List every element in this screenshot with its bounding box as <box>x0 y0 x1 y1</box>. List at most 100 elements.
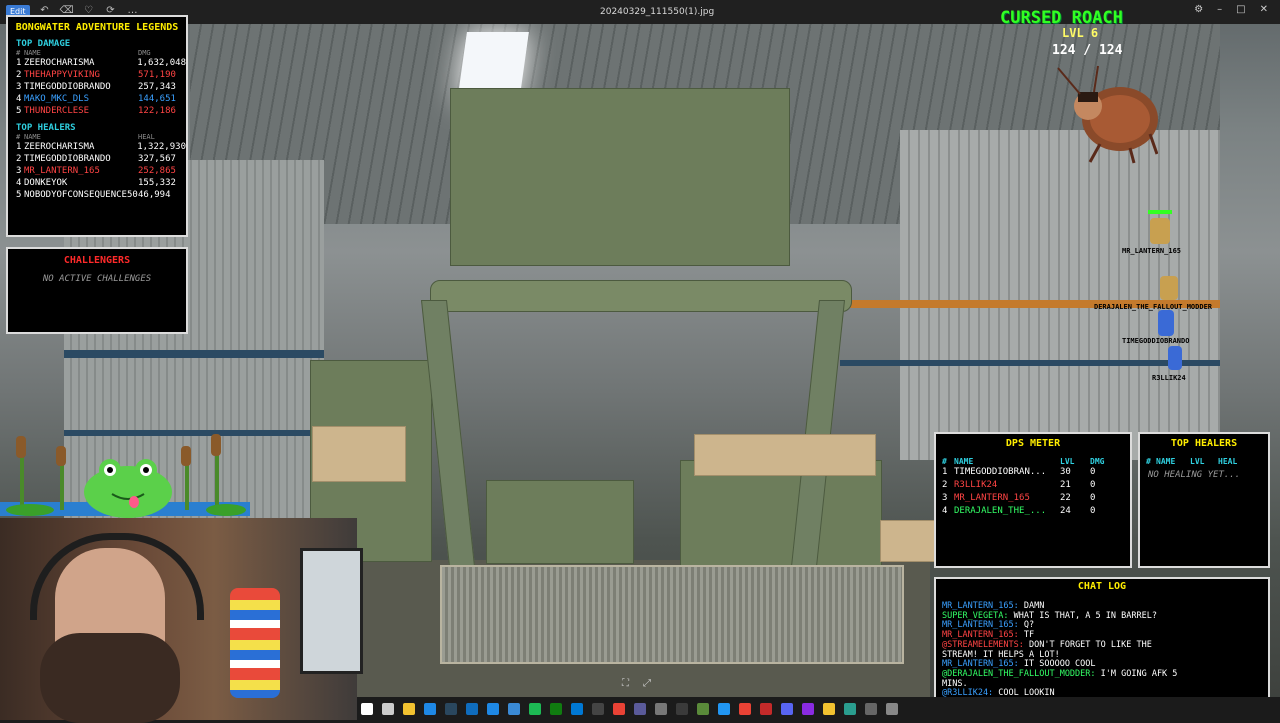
chat-lines[interactable]: MR_LANTERN_165: DAMN SUPER_VEGETA: WHAT I… <box>936 601 1268 699</box>
rank: 2 <box>16 70 22 80</box>
dps-row: 2 R3LLIK24 21 0 <box>942 479 1130 492</box>
window-controls: ⚙ – □ ✕ <box>1194 4 1268 15</box>
webcam-feed <box>0 518 363 723</box>
player-dmg: 0 <box>1090 506 1096 516</box>
cardboard-box <box>312 426 406 482</box>
player-value: 571,190 <box>138 70 176 80</box>
player-value: 155,332 <box>138 178 176 188</box>
character-label: TIMEGODDIOBRANDO <box>1122 337 1190 345</box>
chrome-icon[interactable] <box>613 702 625 715</box>
player-level: 21 <box>1060 480 1071 490</box>
floor-grate <box>440 565 904 664</box>
col-num: # <box>1146 457 1151 466</box>
player-value: 122,186 <box>138 106 176 116</box>
fit-icon[interactable]: ⛶ <box>622 678 629 689</box>
character-label: MR_LANTERN_165 <box>1122 247 1182 255</box>
player-name: MAKO_MKC_DLS <box>24 94 90 104</box>
col-num: # <box>16 133 21 141</box>
app2-icon[interactable] <box>886 702 898 715</box>
browser-icon[interactable] <box>718 702 730 715</box>
top-healers-panel: TOP HEALERS # NAME LVL HEAL NO HEALING Y… <box>1138 432 1270 568</box>
no-healing-text: NO HEALING YET... <box>1148 470 1241 480</box>
music-icon[interactable] <box>760 702 772 715</box>
terminal-icon[interactable] <box>592 702 604 715</box>
chat-username: MR_LANTERN_165: <box>942 659 1019 670</box>
heal-row: 1 ZEEROCHARISMA 1,322,930 <box>16 141 186 153</box>
player-name: THEHAPPYVIKING <box>24 70 100 80</box>
shelf-beam <box>840 360 1220 366</box>
player-value: 327,567 <box>138 154 176 164</box>
chat-username: @STREAMELEMENTS: <box>942 639 1024 650</box>
no-challenges-text: NO ACTIVE CHALLENGES <box>42 274 152 284</box>
start-icon[interactable] <box>361 702 373 715</box>
rank: 3 <box>942 493 948 503</box>
player-value: 252,865 <box>138 166 176 176</box>
fullscreen-icon[interactable]: ⤢ <box>643 678 651 689</box>
heal-rows: 1 ZEEROCHARISMA 1,322,930 2 TIMEGODDIOBRANDO… <box>8 141 186 201</box>
file-explorer-icon[interactable] <box>403 702 415 715</box>
dps-meter-title: DPS METER <box>1005 438 1061 449</box>
cardboard-box <box>880 520 938 562</box>
maximize-button[interactable]: □ <box>1236 4 1245 15</box>
player-value: 46,994 <box>138 190 171 200</box>
player-level: 30 <box>1060 467 1071 477</box>
spotify-icon[interactable] <box>529 702 541 715</box>
editor-icon[interactable] <box>802 702 814 715</box>
chat-text: STREAM! IT HELPS A LOT! <box>942 649 1060 660</box>
edge-icon[interactable] <box>424 702 436 715</box>
windows-taskbar <box>357 697 1280 720</box>
damage-column-headers: # NAME DMG <box>16 49 186 57</box>
player-value: 1,632,048 <box>137 58 186 68</box>
player-value: 144,651 <box>138 94 176 104</box>
chat-username: @DERAJALEN_THE_FALLOUT_MODDER: <box>942 668 1096 679</box>
rank: 2 <box>16 154 22 164</box>
player-name: MR_LANTERN_165 <box>24 166 100 176</box>
roach-sprite <box>1057 65 1158 164</box>
settings-icon[interactable]: ⚙ <box>1194 4 1203 15</box>
calendar-icon[interactable] <box>487 702 499 715</box>
obs-icon[interactable] <box>676 702 688 715</box>
turret-ring <box>430 280 852 312</box>
player-value: 257,343 <box>138 82 176 92</box>
rank: 2 <box>942 480 948 490</box>
photos-icon[interactable] <box>508 702 520 715</box>
steam-icon[interactable] <box>445 702 457 715</box>
game-icon[interactable] <box>697 702 709 715</box>
chat-text: I'M GOING AFK 5 <box>1095 668 1178 679</box>
chat-log-title: CHAT LOG <box>1077 581 1127 592</box>
viewer-controls: ⛶ ⤢ <box>622 678 651 689</box>
chat-text: DAMN <box>1018 601 1045 611</box>
media-icon[interactable] <box>739 702 751 715</box>
healers-column-headers: # NAME LVL HEAL <box>1146 457 1268 466</box>
chat-log-panel: CHAT LOG MR_LANTERN_165: DAMN SUPER_VEGET… <box>934 577 1270 707</box>
close-button[interactable]: ✕ <box>1260 4 1268 15</box>
col-heal: HEAL <box>138 133 155 141</box>
rank: 3 <box>16 166 22 176</box>
mail-icon[interactable] <box>466 702 478 715</box>
chat-icon[interactable] <box>781 702 793 715</box>
chat-username: MR_LANTERN_165: <box>942 601 1019 611</box>
rank: 3 <box>16 82 22 92</box>
xbox-icon[interactable] <box>550 702 562 715</box>
streamer-beard <box>40 633 180 723</box>
app-icon[interactable] <box>865 702 877 715</box>
search-icon[interactable] <box>382 702 394 715</box>
minimize-button[interactable]: – <box>1217 4 1222 15</box>
col-name: NAME <box>24 49 41 57</box>
rank: 1 <box>16 58 22 68</box>
tool-icon[interactable] <box>844 702 856 715</box>
player-name: THUNDERCLESE <box>24 106 90 116</box>
notes-icon[interactable] <box>823 702 835 715</box>
col-dmg: DMG <box>138 49 151 57</box>
player-name: NOBODYOFCONSEQUENCE50 <box>24 190 138 200</box>
chat-username: MR_LANTERN_165: <box>942 620 1019 631</box>
dps-row: 1 TIMEGODDIOBRAN... 30 0 <box>942 466 1130 479</box>
character-label: DERAJALEN_THE_FALLOUT_MODDER <box>1094 303 1213 311</box>
vpn-icon[interactable] <box>634 702 646 715</box>
player-name: TIMEGODDIOBRANDO <box>24 82 111 92</box>
toy-figure <box>230 588 280 698</box>
damage-rows: 1 ZEEROCHARISMA 1,632,048 2 THEHAPPYVIKING 57… <box>8 57 186 117</box>
player-name: MR_LANTERN_165 <box>954 493 1030 503</box>
settings-icon[interactable] <box>655 702 667 715</box>
store-icon[interactable] <box>571 702 583 715</box>
